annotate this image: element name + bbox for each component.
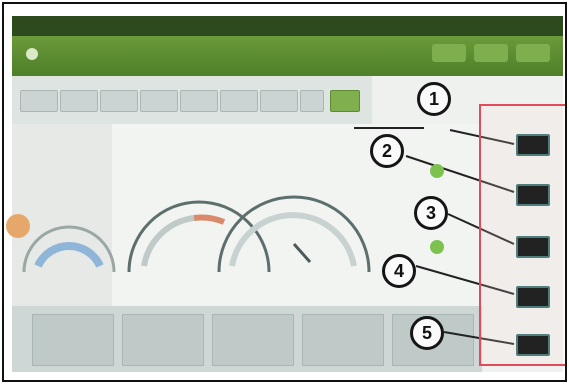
side-button-5[interactable] [516,334,550,356]
callout-5: 5 [410,316,444,350]
small-gauge [6,214,116,273]
check-circle-icon [430,240,444,254]
side-button-3[interactable] [516,236,550,258]
side-button-4[interactable] [516,286,550,308]
callout-1: 1 [417,82,451,116]
image-frame: 1 2 3 4 5 [2,2,567,382]
check-circle-icon [430,164,444,178]
callout-4: 4 [382,254,416,288]
callout-2: 2 [370,134,404,168]
callout-3: 3 [414,196,448,230]
side-button-1[interactable] [516,134,550,156]
side-button-2[interactable] [516,184,550,206]
gauge-2 [217,195,371,273]
